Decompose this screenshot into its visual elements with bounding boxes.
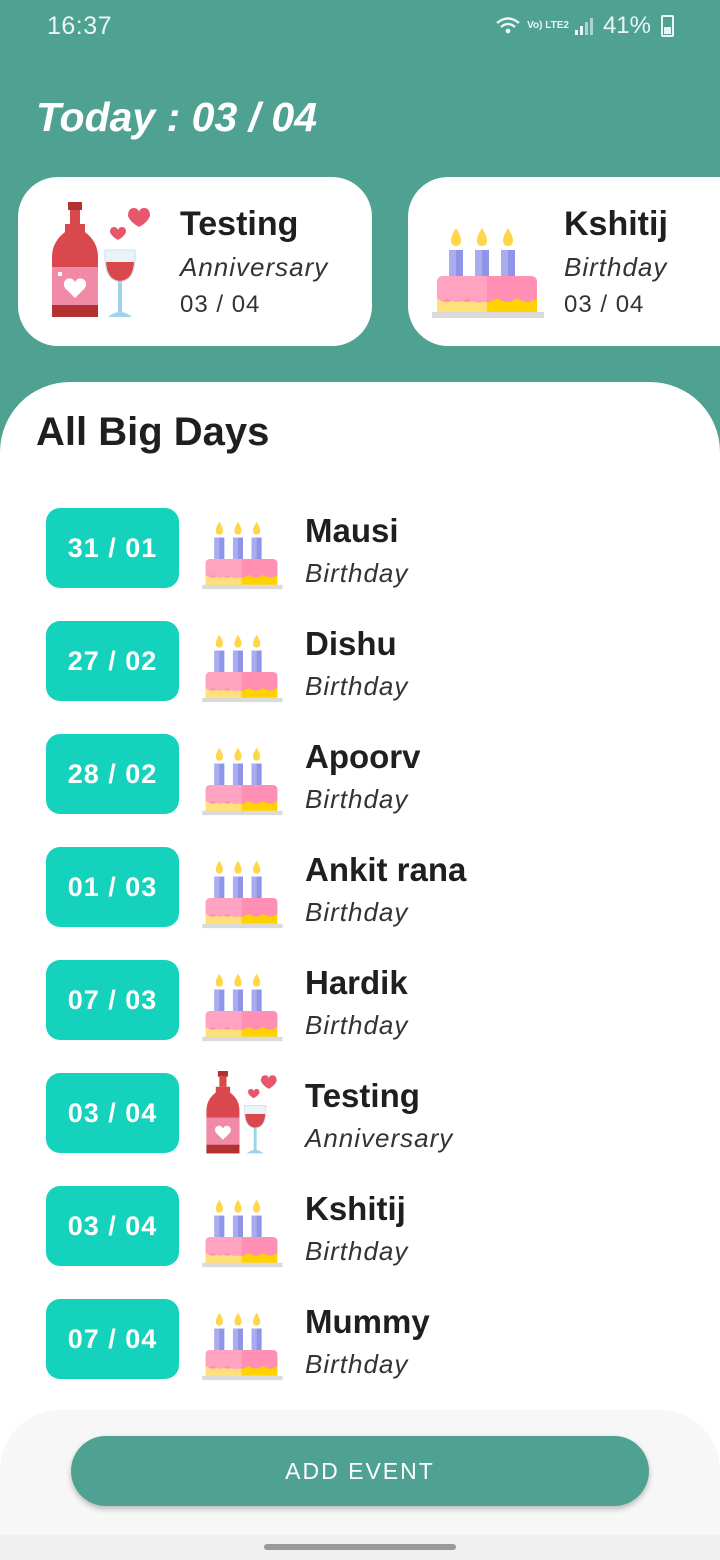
status-bar: 16:37 Vo) LTE2 41% xyxy=(0,0,720,56)
event-name: Mummy xyxy=(305,1303,430,1340)
today-title: Today : 03 / 04 xyxy=(36,94,318,140)
status-time: 16:37 xyxy=(47,12,113,40)
event-list-item[interactable]: 01 / 03 Ankit rana Birthday xyxy=(0,847,720,929)
wifi-icon xyxy=(496,17,520,34)
event-list-item[interactable]: 31 / 01 Mausi Birthday xyxy=(0,508,720,590)
event-date-badge: 01 / 03 xyxy=(46,847,179,927)
card-event-date: 03 / 04 xyxy=(564,290,645,318)
event-type: Birthday xyxy=(305,671,409,701)
add-event-button[interactable]: ADD EVENT xyxy=(71,1436,649,1506)
birthday-cake-icon xyxy=(432,202,544,322)
card-event-type: Anniversary xyxy=(180,251,329,282)
battery-icon xyxy=(661,15,674,37)
event-name: Ankit rana xyxy=(305,851,467,888)
event-date-badge: 27 / 02 xyxy=(46,621,179,701)
card-event-date: 03 / 04 xyxy=(180,290,261,318)
birthday-cake-icon xyxy=(200,1184,286,1270)
event-type: Birthday xyxy=(305,1236,409,1266)
event-list-item[interactable]: 03 / 04 Kshitij Birthday xyxy=(0,1186,720,1268)
card-event-name: Kshitij xyxy=(564,204,668,243)
event-name: Dishu xyxy=(305,625,397,662)
today-event-card[interactable]: Kshitij Birthday 03 / 04 xyxy=(408,177,720,346)
event-list-item[interactable]: 07 / 03 Hardik Birthday xyxy=(0,960,720,1042)
event-list-item[interactable]: 07 / 04 Mummy Birthday xyxy=(0,1299,720,1381)
event-date-badge: 03 / 04 xyxy=(46,1073,179,1153)
event-type: Anniversary xyxy=(305,1123,454,1153)
event-name: Mausi xyxy=(305,512,399,549)
event-list-item[interactable]: 27 / 02 Dishu Birthday xyxy=(0,621,720,703)
birthday-cake-icon xyxy=(200,619,286,705)
anniversary-wine-icon xyxy=(200,1071,286,1157)
event-date-badge: 28 / 02 xyxy=(46,734,179,814)
event-date-badge: 31 / 01 xyxy=(46,508,179,588)
event-date-badge: 03 / 04 xyxy=(46,1186,179,1266)
battery-percent: 41% xyxy=(602,12,651,39)
network-type-label: Vo) LTE2 xyxy=(527,20,569,31)
birthday-cake-icon xyxy=(200,732,286,818)
card-event-type: Birthday xyxy=(564,251,668,282)
all-events-sheet: All Big Days 31 / 01 Mausi Birthday 27 / 02… xyxy=(0,382,720,1560)
signal-icon xyxy=(574,17,593,35)
event-type: Birthday xyxy=(305,897,409,927)
anniversary-wine-icon xyxy=(48,201,158,322)
birthday-cake-icon xyxy=(200,845,286,931)
event-type: Birthday xyxy=(305,1010,409,1040)
section-title: All Big Days xyxy=(36,410,270,454)
card-event-name: Testing xyxy=(180,204,299,243)
event-name: Testing xyxy=(305,1077,420,1114)
birthday-cake-icon xyxy=(200,958,286,1044)
event-name: Apoorv xyxy=(305,738,421,775)
event-name: Kshitij xyxy=(305,1190,406,1227)
event-date-badge: 07 / 04 xyxy=(46,1299,179,1379)
today-event-card[interactable]: Testing Anniversary 03 / 04 xyxy=(18,177,372,346)
event-type: Birthday xyxy=(305,1349,409,1379)
event-date-badge: 07 / 03 xyxy=(46,960,179,1040)
event-type: Birthday xyxy=(305,558,409,588)
event-list-item[interactable]: 28 / 02 Apoorv Birthday xyxy=(0,734,720,816)
status-icons: Vo) LTE2 41% xyxy=(495,12,674,40)
event-list-item[interactable]: 03 / 04 Testing Anniversary xyxy=(0,1071,720,1157)
birthday-cake-icon xyxy=(200,506,286,592)
event-name: Hardik xyxy=(305,964,408,1001)
event-type: Birthday xyxy=(305,784,409,814)
birthday-cake-icon xyxy=(200,1297,286,1383)
home-indicator[interactable] xyxy=(264,1544,456,1550)
